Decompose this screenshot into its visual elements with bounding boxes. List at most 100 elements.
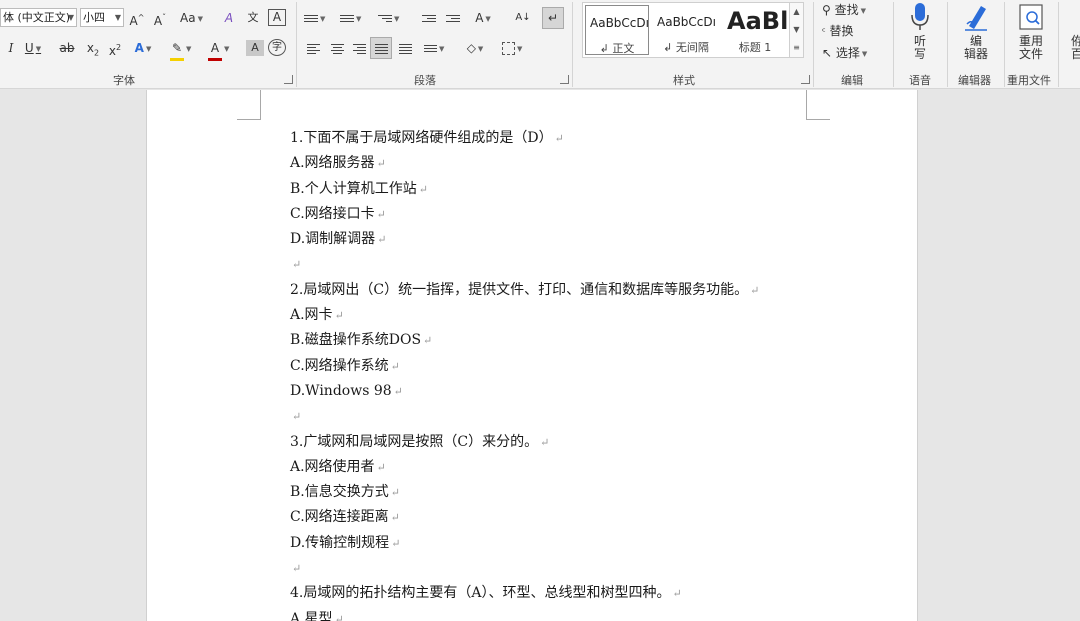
gallery-scroll-down[interactable]: ▼ — [789, 21, 803, 39]
reuse-files-button[interactable]: 重用 文件 — [1012, 2, 1050, 61]
paragraph-mark: ↵ — [376, 157, 386, 171]
strikethrough-button[interactable]: ab — [58, 38, 76, 58]
editor-button[interactable]: 编 辑器 — [957, 2, 995, 61]
paragraph-text: C.网络接口卡 — [290, 205, 375, 222]
sort-button[interactable]: A↓ — [514, 8, 532, 28]
align-center-button[interactable] — [328, 38, 346, 58]
underline-button[interactable]: U ▼ — [24, 38, 42, 58]
align-right-button[interactable] — [350, 38, 368, 58]
replace-button[interactable]: ᶜ 替换 — [822, 21, 854, 41]
paragraph[interactable]: D.调制解调器 ↵ — [290, 227, 890, 252]
highlight-button[interactable]: ✎ ▼ — [170, 38, 191, 61]
font-group-label: 字体 — [113, 74, 135, 87]
char-shading-icon[interactable]: A — [246, 40, 264, 56]
select-button[interactable]: ↖ 选择 ▼ — [822, 43, 867, 63]
multilevel-list-button[interactable]: ▼ — [378, 8, 399, 28]
style-normal[interactable]: AaBbCcDı ↲ 正文 — [585, 5, 649, 55]
styles-gallery[interactable]: AaBbCcDı ↲ 正文 AaBbCcDı ↲ 无间隔 AaBl 标题 1 ▲… — [582, 2, 804, 58]
paragraph[interactable]: 4.局域网的拓扑结构主要有（A）、环型、总线型和树型四种。 ↵ — [290, 581, 890, 606]
paragraph-dialog-launcher[interactable] — [560, 75, 569, 84]
text-effects-button[interactable]: A ▼ — [134, 38, 152, 58]
gallery-expand[interactable]: ≡ — [789, 39, 803, 57]
chinese-layout-button[interactable]: A ▼ — [474, 8, 492, 28]
styles-dialog-launcher[interactable] — [801, 75, 810, 84]
enclose-char-icon[interactable]: 字 — [268, 39, 286, 56]
reuse-files-icon — [1019, 4, 1043, 30]
paragraph[interactable]: D.Windows 98 ↵ — [290, 379, 890, 404]
paragraph[interactable]: A.网络使用者 ↵ — [290, 455, 890, 480]
distributed-button[interactable] — [396, 38, 414, 58]
line-spacing-button[interactable]: ▼ — [424, 38, 444, 58]
cursor-arrow-icon: ↖ — [822, 46, 833, 60]
document-body[interactable]: 1.下面不属于局域网络硬件组成的是（D） ↵ A.网络服务器 ↵ B.个人计算机工作… — [290, 126, 890, 621]
font-color-button[interactable]: A ▼ — [208, 38, 229, 61]
editor-pen-icon — [965, 6, 987, 31]
chevron-down-icon: ▼ — [67, 13, 74, 22]
justify-button[interactable] — [370, 37, 392, 59]
paragraph[interactable]: C.网络连接距离 ↵ — [290, 505, 890, 530]
style-heading-1[interactable]: AaBl 标题 1 — [723, 5, 787, 55]
font-name-combo[interactable]: 体 (中文正文) ▼ — [0, 8, 77, 27]
shading-button[interactable]: ◇ ▼ — [466, 38, 484, 58]
paragraph[interactable]: C.网络接口卡 ↵ — [290, 202, 890, 227]
paragraph[interactable]: B.磁盘操作系统DOS ↵ — [290, 328, 890, 353]
voice-group-label: 语音 — [909, 74, 931, 87]
paragraph-mark: ↵ — [376, 460, 386, 474]
paragraph[interactable]: C.网络操作系统 ↵ — [290, 354, 890, 379]
paragraph-text: B.信息交换方式 — [290, 484, 389, 501]
superscript-button[interactable]: x2 — [106, 38, 124, 58]
highlighter-icon: ✎ — [170, 38, 184, 61]
paragraph[interactable]: ↵ — [290, 404, 890, 429]
paragraph-text: D.Windows 98 — [290, 382, 392, 399]
numbering-button[interactable]: ▼ — [340, 8, 361, 28]
gallery-scroll-up[interactable]: ▲ — [789, 3, 803, 21]
style-sample: AaBbCcDı — [657, 15, 716, 29]
paragraph[interactable]: ↵ — [290, 556, 890, 581]
find-button[interactable]: ⚲ 查找 ▼ — [822, 0, 866, 20]
paragraph[interactable]: A.网卡 ↵ — [290, 303, 890, 328]
italic-button[interactable]: I — [2, 38, 20, 58]
editor-group-label: 编辑器 — [958, 74, 991, 87]
paragraph[interactable]: D.传输控制规程 ↵ — [290, 531, 890, 556]
paragraph[interactable]: 3.广域网和局域网是按照（C）来分的。 ↵ — [290, 430, 890, 455]
paragraph[interactable]: 2.局域网出（C）统一指挥，提供文件、打印、通信和数据库等服务功能。 ↵ — [290, 278, 890, 303]
chevron-down-icon: ▼ — [114, 13, 121, 22]
paragraph-text: A.网卡 — [290, 307, 333, 324]
paragraph[interactable]: 1.下面不属于局域网络硬件组成的是（D） ↵ — [290, 126, 890, 151]
document-page[interactable]: 1.下面不属于局域网络硬件组成的是（D） ↵ A.网络服务器 ↵ B.个人计算机工作… — [146, 90, 918, 621]
phonetic-guide-icon[interactable]: 文 — [244, 8, 262, 28]
style-sample: AaBbCcDı — [590, 16, 649, 30]
subscript-button[interactable]: x2 — [84, 38, 102, 58]
grow-font-button[interactable]: A^ — [128, 8, 146, 28]
bullets-button[interactable]: ▼ — [304, 8, 325, 28]
style-no-spacing[interactable]: AaBbCcDı ↲ 无间隔 — [653, 5, 719, 55]
paragraph-mark: ↵ — [376, 207, 386, 221]
change-case-button[interactable]: Aa ▼ — [180, 8, 203, 28]
paragraph-text: 2.局域网出（C）统一指挥，提供文件、打印、通信和数据库等服务功能。 — [290, 281, 749, 298]
paragraph[interactable]: A.星型 ↵ — [290, 607, 890, 621]
clear-format-icon[interactable]: A — [220, 8, 238, 28]
font-color-icon: A — [208, 38, 222, 61]
increase-indent-button[interactable] — [444, 8, 462, 28]
style-sample: AaBl — [727, 7, 787, 35]
paragraph[interactable]: B.个人计算机工作站 ↵ — [290, 177, 890, 202]
reuse-group-label: 重用文件 — [1007, 74, 1051, 87]
partial-button[interactable]: 侟 百 — [1062, 2, 1080, 61]
shrink-font-button[interactable]: Aˇ — [151, 8, 169, 28]
paragraph[interactable]: A.网络服务器 ↵ — [290, 151, 890, 176]
align-left-button[interactable] — [304, 38, 322, 58]
char-border-icon[interactable]: A — [268, 9, 286, 26]
style-name: ↲ 正文 — [599, 42, 635, 55]
paragraph[interactable]: ↵ — [290, 252, 890, 277]
decrease-indent-button[interactable] — [420, 8, 438, 28]
ribbon: 体 (中文正文) ▼ 小四 ▼ A^ Aˇ Aa ▼ A 文 A I U ▼ ab … — [0, 0, 1080, 89]
paragraph[interactable]: B.信息交换方式 ↵ — [290, 480, 890, 505]
font-dialog-launcher[interactable] — [284, 75, 293, 84]
show-marks-button[interactable]: ↵ — [542, 7, 564, 29]
font-size-combo[interactable]: 小四 ▼ — [80, 8, 124, 27]
dictate-button[interactable]: 听 写 — [905, 2, 935, 61]
search-icon: ⚲ — [822, 3, 831, 17]
paragraph-mark: ↵ — [334, 612, 344, 621]
paragraph-mark: ↵ — [377, 233, 387, 247]
borders-button[interactable]: ▼ — [502, 38, 522, 58]
